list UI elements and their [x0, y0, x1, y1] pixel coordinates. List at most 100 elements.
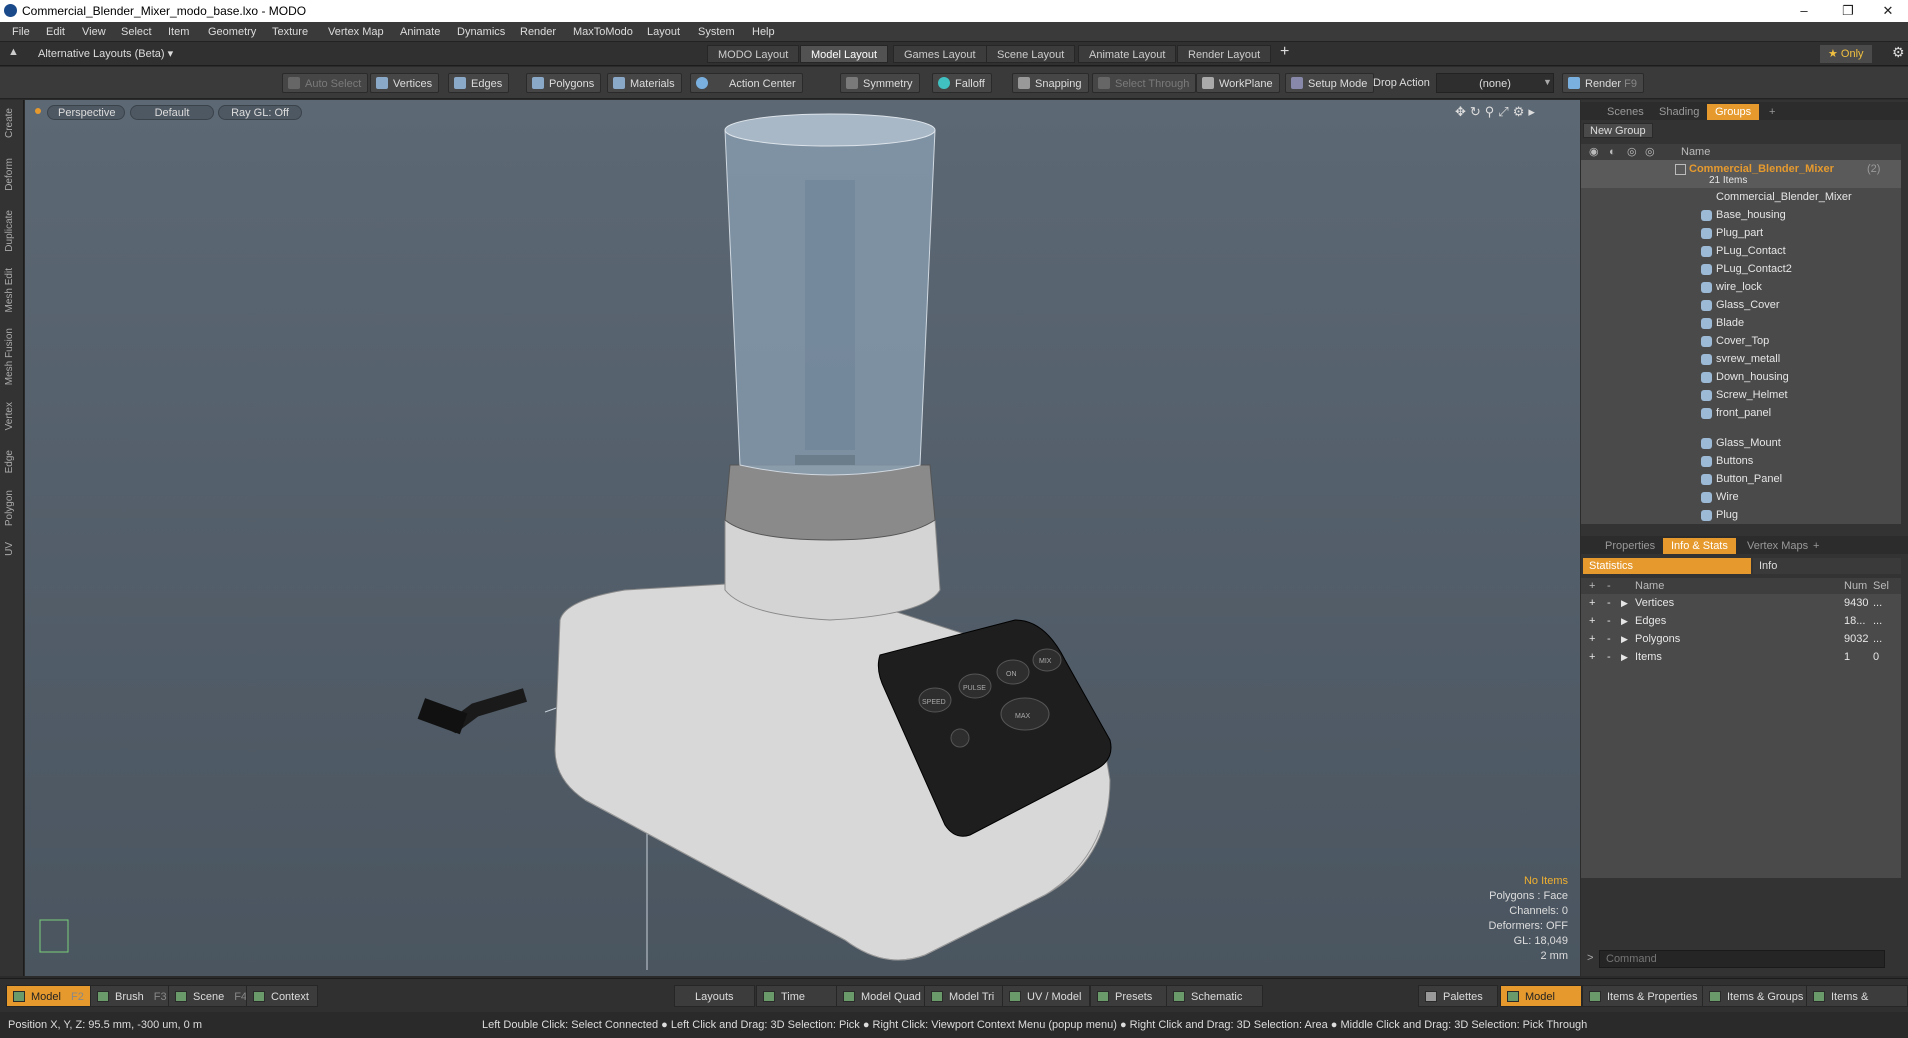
- collapse-up-icon[interactable]: ▲: [8, 46, 19, 58]
- triangle-right-icon[interactable]: ▶: [1621, 648, 1628, 666]
- tab-deform[interactable]: Deform: [4, 158, 15, 191]
- tree-item-wire-lock[interactable]: wire_lock: [1581, 278, 1901, 296]
- tab-duplicate[interactable]: Duplicate: [4, 210, 15, 252]
- tab-render-layout[interactable]: Render Layout: [1177, 45, 1272, 63]
- stats-row-polygons[interactable]: + - ▶ Polygons 9032 ...: [1581, 630, 1901, 648]
- tab-modo-layout[interactable]: MODO Layout: [707, 45, 800, 63]
- add-layout-button[interactable]: +: [1280, 43, 1289, 61]
- tree-item-glass-mount[interactable]: Glass_Mount: [1581, 434, 1901, 452]
- tree-item-blade[interactable]: Blade: [1581, 314, 1901, 332]
- tab-model-layout[interactable]: Model Layout: [800, 45, 889, 63]
- collapse-icon[interactable]: -: [1607, 612, 1611, 630]
- setup-mode-button[interactable]: Setup Mode: [1285, 73, 1375, 93]
- tree-item-cover-top[interactable]: Cover_Top: [1581, 332, 1901, 350]
- uv-model-button[interactable]: UV / Model: [1002, 985, 1091, 1007]
- tree-item-screw-helmet[interactable]: Screw_Helmet: [1581, 386, 1901, 404]
- tab-groups[interactable]: Groups: [1707, 104, 1760, 120]
- model-mode-button[interactable]: Model F2: [6, 985, 93, 1007]
- edges-button[interactable]: Edges: [448, 73, 510, 93]
- add-tab-button[interactable]: +: [1761, 104, 1783, 120]
- triangle-right-icon[interactable]: ▶: [1621, 612, 1628, 630]
- menu-view[interactable]: View: [82, 26, 106, 38]
- tree-item-plug-contact[interactable]: PLug_Contact: [1581, 242, 1901, 260]
- 3d-viewport[interactable]: Perspective Default Ray GL: Off ✥↻⚲⤢⚙▸ S…: [25, 100, 1580, 976]
- menu-animate[interactable]: Animate: [400, 26, 440, 38]
- tree-item-button-panel[interactable]: Button_Panel: [1581, 470, 1901, 488]
- layouts-button[interactable]: Layouts: [674, 985, 755, 1007]
- items-groups-button[interactable]: Items & Groups: [1702, 985, 1813, 1007]
- collapse-icon[interactable]: -: [1607, 630, 1611, 648]
- vertices-button[interactable]: Vertices: [370, 73, 440, 93]
- polygons-button[interactable]: Polygons: [526, 73, 602, 93]
- group-row[interactable]: Commercial_Blender_Mixer (2) 21 Items: [1581, 160, 1901, 188]
- expand-icon[interactable]: +: [1589, 594, 1595, 612]
- render-button[interactable]: Render F9: [1562, 73, 1644, 93]
- expand-icon[interactable]: +: [1589, 630, 1595, 648]
- select-icon[interactable]: ◎: [1627, 144, 1637, 160]
- menu-maxtomodo[interactable]: MaxToModo: [573, 26, 633, 38]
- command-input[interactable]: [1599, 950, 1885, 968]
- triangle-right-icon[interactable]: ▶: [1621, 630, 1628, 648]
- model-right-button[interactable]: Model: [1500, 985, 1582, 1007]
- tab-create[interactable]: Create: [4, 108, 15, 138]
- chevron-down-icon[interactable]: ▼: [1543, 77, 1552, 87]
- stats-row-items[interactable]: + - ▶ Items 1 0: [1581, 648, 1901, 666]
- restore-button[interactable]: ❐: [1826, 0, 1870, 22]
- add-props-tab-button[interactable]: +: [1805, 538, 1827, 554]
- gear-icon[interactable]: ⚙: [1892, 44, 1905, 61]
- drop-action-select[interactable]: (none): [1436, 73, 1554, 93]
- tab-mesh-edit[interactable]: Mesh Edit: [4, 268, 15, 312]
- model-quad-button[interactable]: Model Quad: [836, 985, 930, 1007]
- tree-item-commercial-blender-mixer[interactable]: Commercial_Blender_Mixer: [1581, 188, 1901, 206]
- tree-item-plug-contact2[interactable]: PLug_Contact2: [1581, 260, 1901, 278]
- presets-button[interactable]: Presets: [1090, 985, 1174, 1007]
- falloff-button[interactable]: Falloff: [932, 73, 992, 93]
- schematic-button[interactable]: Schematic: [1166, 985, 1264, 1007]
- alternative-layouts-dropdown[interactable]: Alternative Layouts (Beta) ▾: [38, 47, 173, 60]
- tab-properties[interactable]: Properties: [1597, 538, 1663, 554]
- lock-icon[interactable]: ◐: [1609, 144, 1616, 160]
- menu-texture[interactable]: Texture: [272, 26, 308, 38]
- tree-item-buttons[interactable]: Buttons: [1581, 452, 1901, 470]
- tree-item-svrew-metall[interactable]: svrew_metall: [1581, 350, 1901, 368]
- minimize-button[interactable]: –: [1782, 0, 1826, 22]
- expand-icon[interactable]: +: [1589, 648, 1595, 666]
- auto-select-button[interactable]: Auto Select: [282, 73, 369, 93]
- tree-item-front-panel[interactable]: front_panel: [1581, 404, 1901, 422]
- scene-mode-button[interactable]: Scene F4: [168, 985, 257, 1007]
- menu-system[interactable]: System: [698, 26, 735, 38]
- tree-item-plug-part[interactable]: Plug_part: [1581, 224, 1901, 242]
- select-through-button[interactable]: Select Through: [1092, 73, 1197, 93]
- triangle-right-icon[interactable]: ▶: [1621, 594, 1628, 612]
- tab-scene-layout[interactable]: Scene Layout: [986, 45, 1076, 63]
- close-button[interactable]: ✕: [1866, 0, 1908, 22]
- tree-item-plug[interactable]: Plug: [1581, 506, 1901, 524]
- menu-geometry[interactable]: Geometry: [208, 26, 256, 38]
- palettes-button[interactable]: Palettes: [1418, 985, 1498, 1007]
- tab-vertex[interactable]: Vertex: [4, 402, 15, 430]
- subtab-statistics[interactable]: Statistics: [1583, 558, 1751, 574]
- new-group-button[interactable]: New Group: [1583, 123, 1653, 138]
- tree-item-base-housing[interactable]: Base_housing: [1581, 206, 1901, 224]
- items-properties-button[interactable]: Items & Properties: [1582, 985, 1707, 1007]
- time-button[interactable]: Time: [756, 985, 841, 1007]
- tab-polygon[interactable]: Polygon: [4, 490, 15, 526]
- brush-mode-button[interactable]: Brush F3: [90, 985, 176, 1007]
- tab-edge[interactable]: Edge: [4, 450, 15, 473]
- expand-all-icon[interactable]: +: [1589, 578, 1595, 594]
- stats-row-edges[interactable]: + - ▶ Edges 18... ...: [1581, 612, 1901, 630]
- expand-icon[interactable]: +: [1589, 612, 1595, 630]
- tab-games-layout[interactable]: Games Layout: [893, 45, 987, 63]
- tab-uv[interactable]: UV: [4, 542, 15, 556]
- model-tri-button[interactable]: Model Tri: [924, 985, 1004, 1007]
- menu-vertex-map[interactable]: Vertex Map: [328, 26, 384, 38]
- tab-shading[interactable]: Shading: [1651, 104, 1707, 120]
- snapping-button[interactable]: Snapping: [1012, 73, 1089, 93]
- render-toggle-icon[interactable]: ◎: [1645, 144, 1655, 160]
- tab-scenes[interactable]: Scenes: [1599, 104, 1652, 120]
- menu-item[interactable]: Item: [168, 26, 189, 38]
- menu-render[interactable]: Render: [520, 26, 556, 38]
- collapse-all-icon[interactable]: -: [1607, 578, 1611, 594]
- menu-help[interactable]: Help: [752, 26, 775, 38]
- tab-mesh-fusion[interactable]: Mesh Fusion: [4, 328, 15, 385]
